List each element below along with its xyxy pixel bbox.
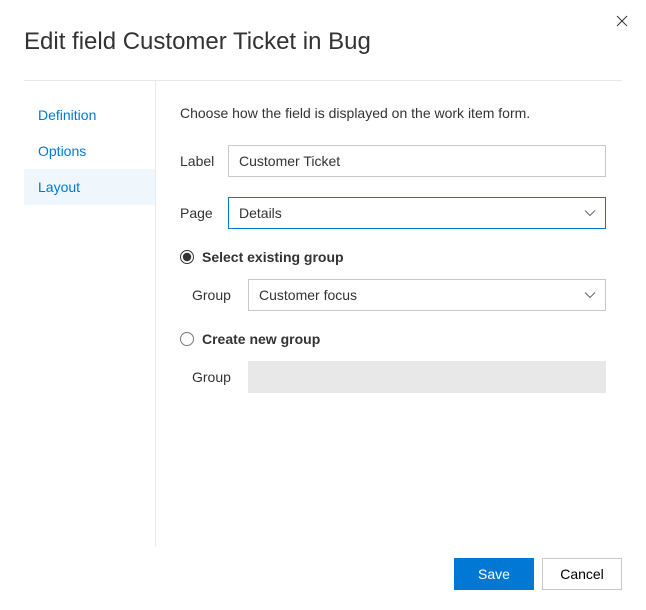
sidebar-item-options[interactable]: Options xyxy=(24,133,155,169)
description-text: Choose how the field is displayed on the… xyxy=(180,105,606,121)
close-button[interactable] xyxy=(612,12,632,32)
close-icon xyxy=(616,15,628,27)
page-select-value: Details xyxy=(239,205,282,221)
radio-existing-input[interactable] xyxy=(180,250,194,264)
cancel-button[interactable]: Cancel xyxy=(542,558,622,590)
sidebar-item-layout[interactable]: Layout xyxy=(24,169,155,205)
radio-existing-group[interactable]: Select existing group xyxy=(180,249,606,265)
save-button[interactable]: Save xyxy=(454,558,534,590)
sidebar-item-label: Definition xyxy=(38,107,96,123)
create-group-label: Group xyxy=(192,369,248,385)
sidebar: Definition Options Layout xyxy=(24,81,156,546)
page-field-label: Page xyxy=(180,205,228,221)
sidebar-item-label: Options xyxy=(38,143,86,159)
existing-group-label: Group xyxy=(192,287,248,303)
main-panel: Choose how the field is displayed on the… xyxy=(156,81,622,546)
radio-create-input[interactable] xyxy=(180,332,194,346)
label-input[interactable] xyxy=(228,145,606,177)
page-select[interactable]: Details xyxy=(228,197,606,229)
dialog-title: Edit field Customer Ticket in Bug xyxy=(24,28,622,56)
existing-group-value: Customer focus xyxy=(259,287,357,303)
sidebar-item-label: Layout xyxy=(38,179,80,195)
label-field-label: Label xyxy=(180,153,228,169)
radio-existing-label: Select existing group xyxy=(202,249,344,265)
dialog-footer: Save Cancel xyxy=(24,546,622,590)
existing-group-select[interactable]: Customer focus xyxy=(248,279,606,311)
radio-create-group[interactable]: Create new group xyxy=(180,331,606,347)
radio-create-label: Create new group xyxy=(202,331,320,347)
create-group-input xyxy=(248,361,606,393)
sidebar-item-definition[interactable]: Definition xyxy=(24,97,155,133)
